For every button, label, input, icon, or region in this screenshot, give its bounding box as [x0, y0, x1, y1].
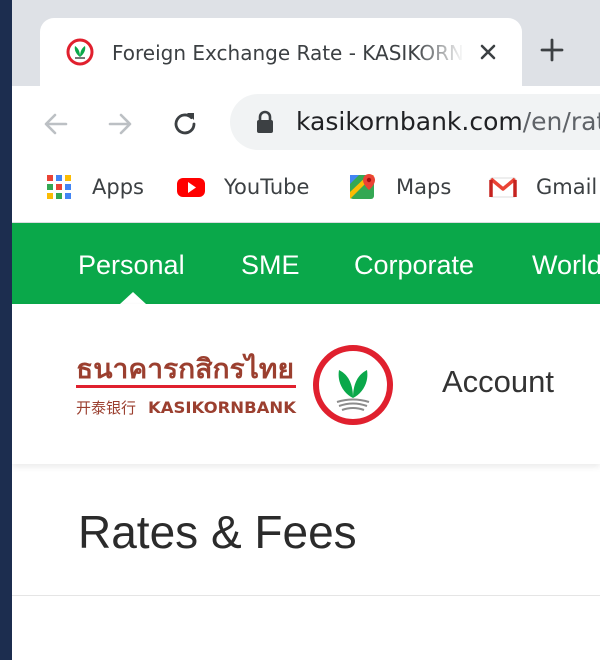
back-button[interactable] [40, 108, 72, 140]
url-domain: kasikornbank.com [296, 107, 523, 136]
gmail-icon [489, 177, 517, 198]
bookmark-label: Gmail [536, 175, 598, 199]
web-page: Personal SME Corporate World ธนาคารกสิกร… [12, 223, 600, 660]
url-path: /en/rates [522, 107, 600, 136]
browser-tab[interactable]: Foreign Exchange Rate - KASIKORNBANK [40, 18, 522, 86]
main-nav: Personal SME Corporate World [12, 223, 600, 304]
account-menu[interactable]: Account [442, 364, 554, 400]
bookmark-gmail[interactable]: Gmail [488, 170, 597, 204]
site-header: ธนาคารกสิกรไทย 开泰银行 KASIKORNBANK Account [12, 304, 600, 464]
kasikornbank-thai-wordmark[interactable]: ธนาคารกสิกรไทย [76, 348, 296, 390]
kbank-logo-icon[interactable] [312, 344, 394, 426]
bookmark-maps[interactable]: Maps [348, 170, 451, 204]
maps-icon [350, 174, 375, 199]
logo-english-text: KASIKORNBANK [148, 398, 297, 417]
nav-corporate[interactable]: Corporate [354, 248, 474, 282]
reload-button[interactable] [169, 108, 201, 140]
logo-thai-text: ธนาคารกสิกรไทย [76, 353, 294, 385]
divider [12, 595, 600, 596]
close-icon[interactable] [476, 40, 500, 64]
youtube-icon [177, 178, 205, 197]
nav-world[interactable]: World [532, 248, 600, 282]
bookmark-apps[interactable]: Apps [44, 170, 144, 204]
address-bar[interactable]: kasikornbank.com/en/rates [230, 94, 600, 150]
bookmark-label: YouTube [224, 175, 310, 199]
kasikornbank-english-wordmark[interactable]: 开泰银行 KASIKORNBANK [76, 396, 298, 418]
bookmark-label: Apps [92, 175, 144, 199]
lock-icon[interactable] [254, 110, 276, 134]
new-tab-button[interactable] [538, 36, 566, 64]
forward-button[interactable] [104, 108, 136, 140]
url-text[interactable]: kasikornbank.com/en/rates [296, 104, 600, 140]
bookmark-label: Maps [396, 175, 452, 199]
browser-toolbar: kasikornbank.com/en/rates [12, 86, 600, 158]
bookmark-youtube[interactable]: YouTube [176, 170, 309, 204]
browser-window: Foreign Exchange Rate - KASIKORNBANK kas… [12, 0, 600, 660]
bookmarks-bar: Apps YouTube Maps Gmail [12, 158, 600, 223]
page-title: Rates & Fees [78, 506, 357, 558]
tab-strip: Foreign Exchange Rate - KASIKORNBANK [12, 0, 600, 86]
apps-grid-icon [47, 175, 71, 199]
kbank-leaf-icon [66, 38, 94, 66]
nav-personal[interactable]: Personal [78, 248, 185, 282]
logo-chinese-text: 开泰银行 [76, 399, 136, 417]
nav-sme[interactable]: SME [241, 248, 300, 282]
active-nav-indicator [120, 292, 146, 304]
tab-title: Foreign Exchange Rate - KASIKORNBANK [112, 41, 464, 65]
